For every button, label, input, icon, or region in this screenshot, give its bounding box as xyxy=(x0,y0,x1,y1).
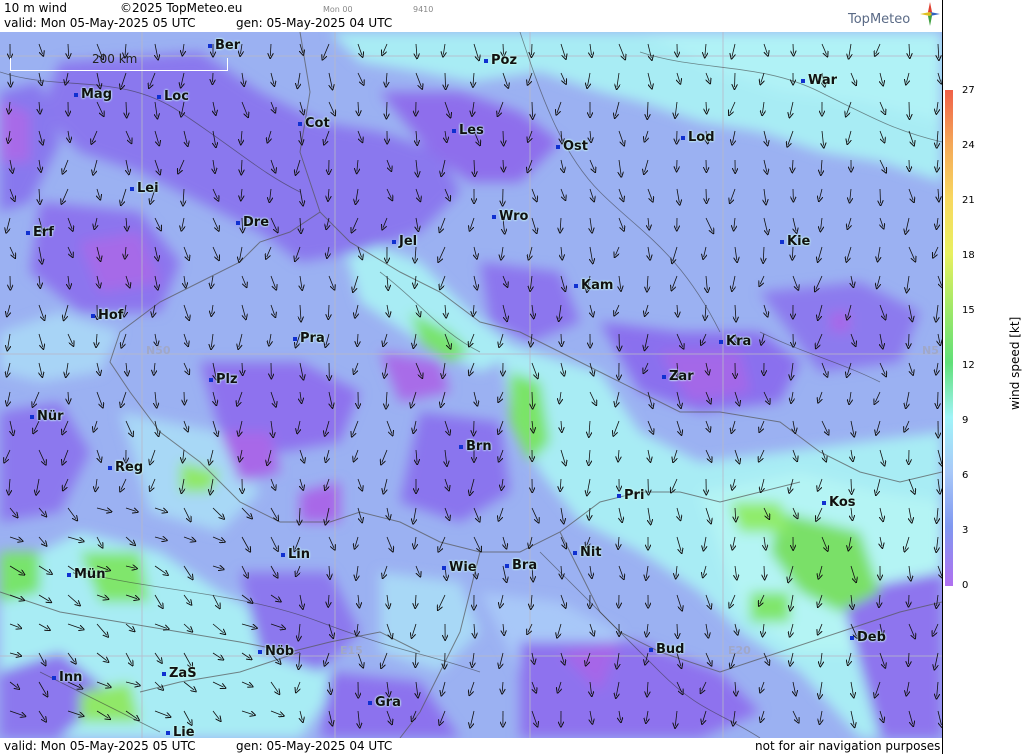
wind-arrow xyxy=(415,652,416,665)
footer-generated-time: gen: 05-May-2025 04 UTC xyxy=(236,739,393,753)
legend-title: wind speed [kt] xyxy=(1008,316,1022,410)
wind-arrow xyxy=(386,101,387,116)
city-label: Pri xyxy=(617,488,644,503)
city-label: Nür xyxy=(30,409,64,424)
run-id: 9410 xyxy=(413,5,434,14)
wind-arrow xyxy=(532,101,533,117)
city-label: Kra xyxy=(719,334,751,349)
city-label: Poz xyxy=(484,53,517,68)
city-label: Wie xyxy=(442,560,477,575)
legend-tick: 0 xyxy=(962,580,969,591)
scale-label: 200 km xyxy=(92,52,138,66)
wind-arrow xyxy=(242,362,243,373)
city-label: Lei xyxy=(130,181,159,196)
city-label: Lie xyxy=(166,725,195,738)
grid-label-lat: N50 xyxy=(146,344,171,357)
wind-arrow xyxy=(532,391,533,407)
city-label: Plz xyxy=(209,372,238,387)
city-label: Bra xyxy=(505,558,537,573)
city-label: Bud xyxy=(649,642,684,657)
city-label: Ost xyxy=(556,139,588,154)
wind-speed-legend: 27 24 21 18 15 12 9 6 3 0 wind speed [kt… xyxy=(942,0,1033,754)
city-label: Erf xyxy=(26,225,54,240)
city-label: Zar xyxy=(662,369,694,384)
city-label: Dre xyxy=(236,215,269,230)
valid-time: valid: Mon 05-May-2025 05 UTC xyxy=(4,16,196,30)
wind-arrow xyxy=(706,101,707,111)
city-label: Gra xyxy=(368,695,401,710)
copyright-text: ©2025 TopMeteo.eu xyxy=(120,1,243,15)
legend-tick: 24 xyxy=(962,140,975,151)
city-label: Inn xyxy=(52,670,82,685)
legend-tick: 6 xyxy=(962,470,969,481)
city-label: Hof xyxy=(91,308,123,323)
city-label: Jel xyxy=(392,234,417,249)
city-label: Lod xyxy=(681,130,715,145)
city-label: Pra xyxy=(293,331,325,346)
city-label: Kam xyxy=(574,278,613,293)
city-label: Nöb xyxy=(258,644,294,659)
wind-arrow xyxy=(10,72,11,85)
grid-label-lat-right: N5 xyxy=(922,344,939,357)
city-label: Cot xyxy=(298,116,330,131)
wind-arrow xyxy=(851,478,852,492)
legend-tick: 3 xyxy=(962,525,969,536)
product-title: 10 m wind xyxy=(4,1,67,15)
map-footer: valid: Mon 05-May-2025 05 UTC gen: 05-Ma… xyxy=(0,738,942,754)
grid-label-lon-right: E20 xyxy=(728,644,751,657)
city-label: War xyxy=(801,73,837,88)
city-label: Reg xyxy=(108,460,143,475)
wind-arrow xyxy=(764,565,765,577)
wind-map: 200 km N50 N5 E15 E20 Ber Poz War Mag Lo… xyxy=(0,32,942,738)
legend-tick: 21 xyxy=(962,195,975,206)
legend-tick: 27 xyxy=(962,85,975,96)
city-label: Ber xyxy=(208,38,240,53)
city-label: Lin xyxy=(281,547,310,562)
generated-time: gen: 05-May-2025 04 UTC xyxy=(236,16,393,30)
city-label: Deb xyxy=(850,630,886,645)
legend-tick: 18 xyxy=(962,250,975,261)
wind-arrow xyxy=(445,72,446,87)
city-label: Les xyxy=(452,123,484,138)
grid-label-lon: E15 xyxy=(340,644,363,657)
city-label: Nit xyxy=(573,545,602,560)
city-label: Kos xyxy=(822,495,856,510)
footer-valid-time: valid: Mon 05-May-2025 05 UTC xyxy=(4,739,196,753)
wind-arrow xyxy=(503,159,504,170)
footer-disclaimer: not for air navigation purposes xyxy=(755,739,941,753)
city-label: ZaS xyxy=(162,666,197,681)
color-scale xyxy=(945,90,953,586)
legend-tick: 12 xyxy=(962,360,975,371)
city-label: Kie xyxy=(780,234,810,249)
city-label: Brn xyxy=(459,439,492,454)
city-label: Mün xyxy=(67,567,105,582)
run-code: Mon 00 xyxy=(323,5,353,14)
legend-tick: 9 xyxy=(962,415,969,426)
compass-logo-icon xyxy=(920,2,940,26)
brand-logo-text: TopMeteo xyxy=(848,12,911,27)
legend-tick: 15 xyxy=(962,305,975,316)
city-label: Loc xyxy=(157,89,189,104)
city-label: Wro xyxy=(492,209,528,224)
wind-arrow xyxy=(677,623,678,636)
wind-arrow xyxy=(880,188,881,203)
map-header: 10 m wind ©2025 TopMeteo.eu Mon 00 9410 … xyxy=(0,0,942,32)
city-label: Mag xyxy=(74,87,112,102)
